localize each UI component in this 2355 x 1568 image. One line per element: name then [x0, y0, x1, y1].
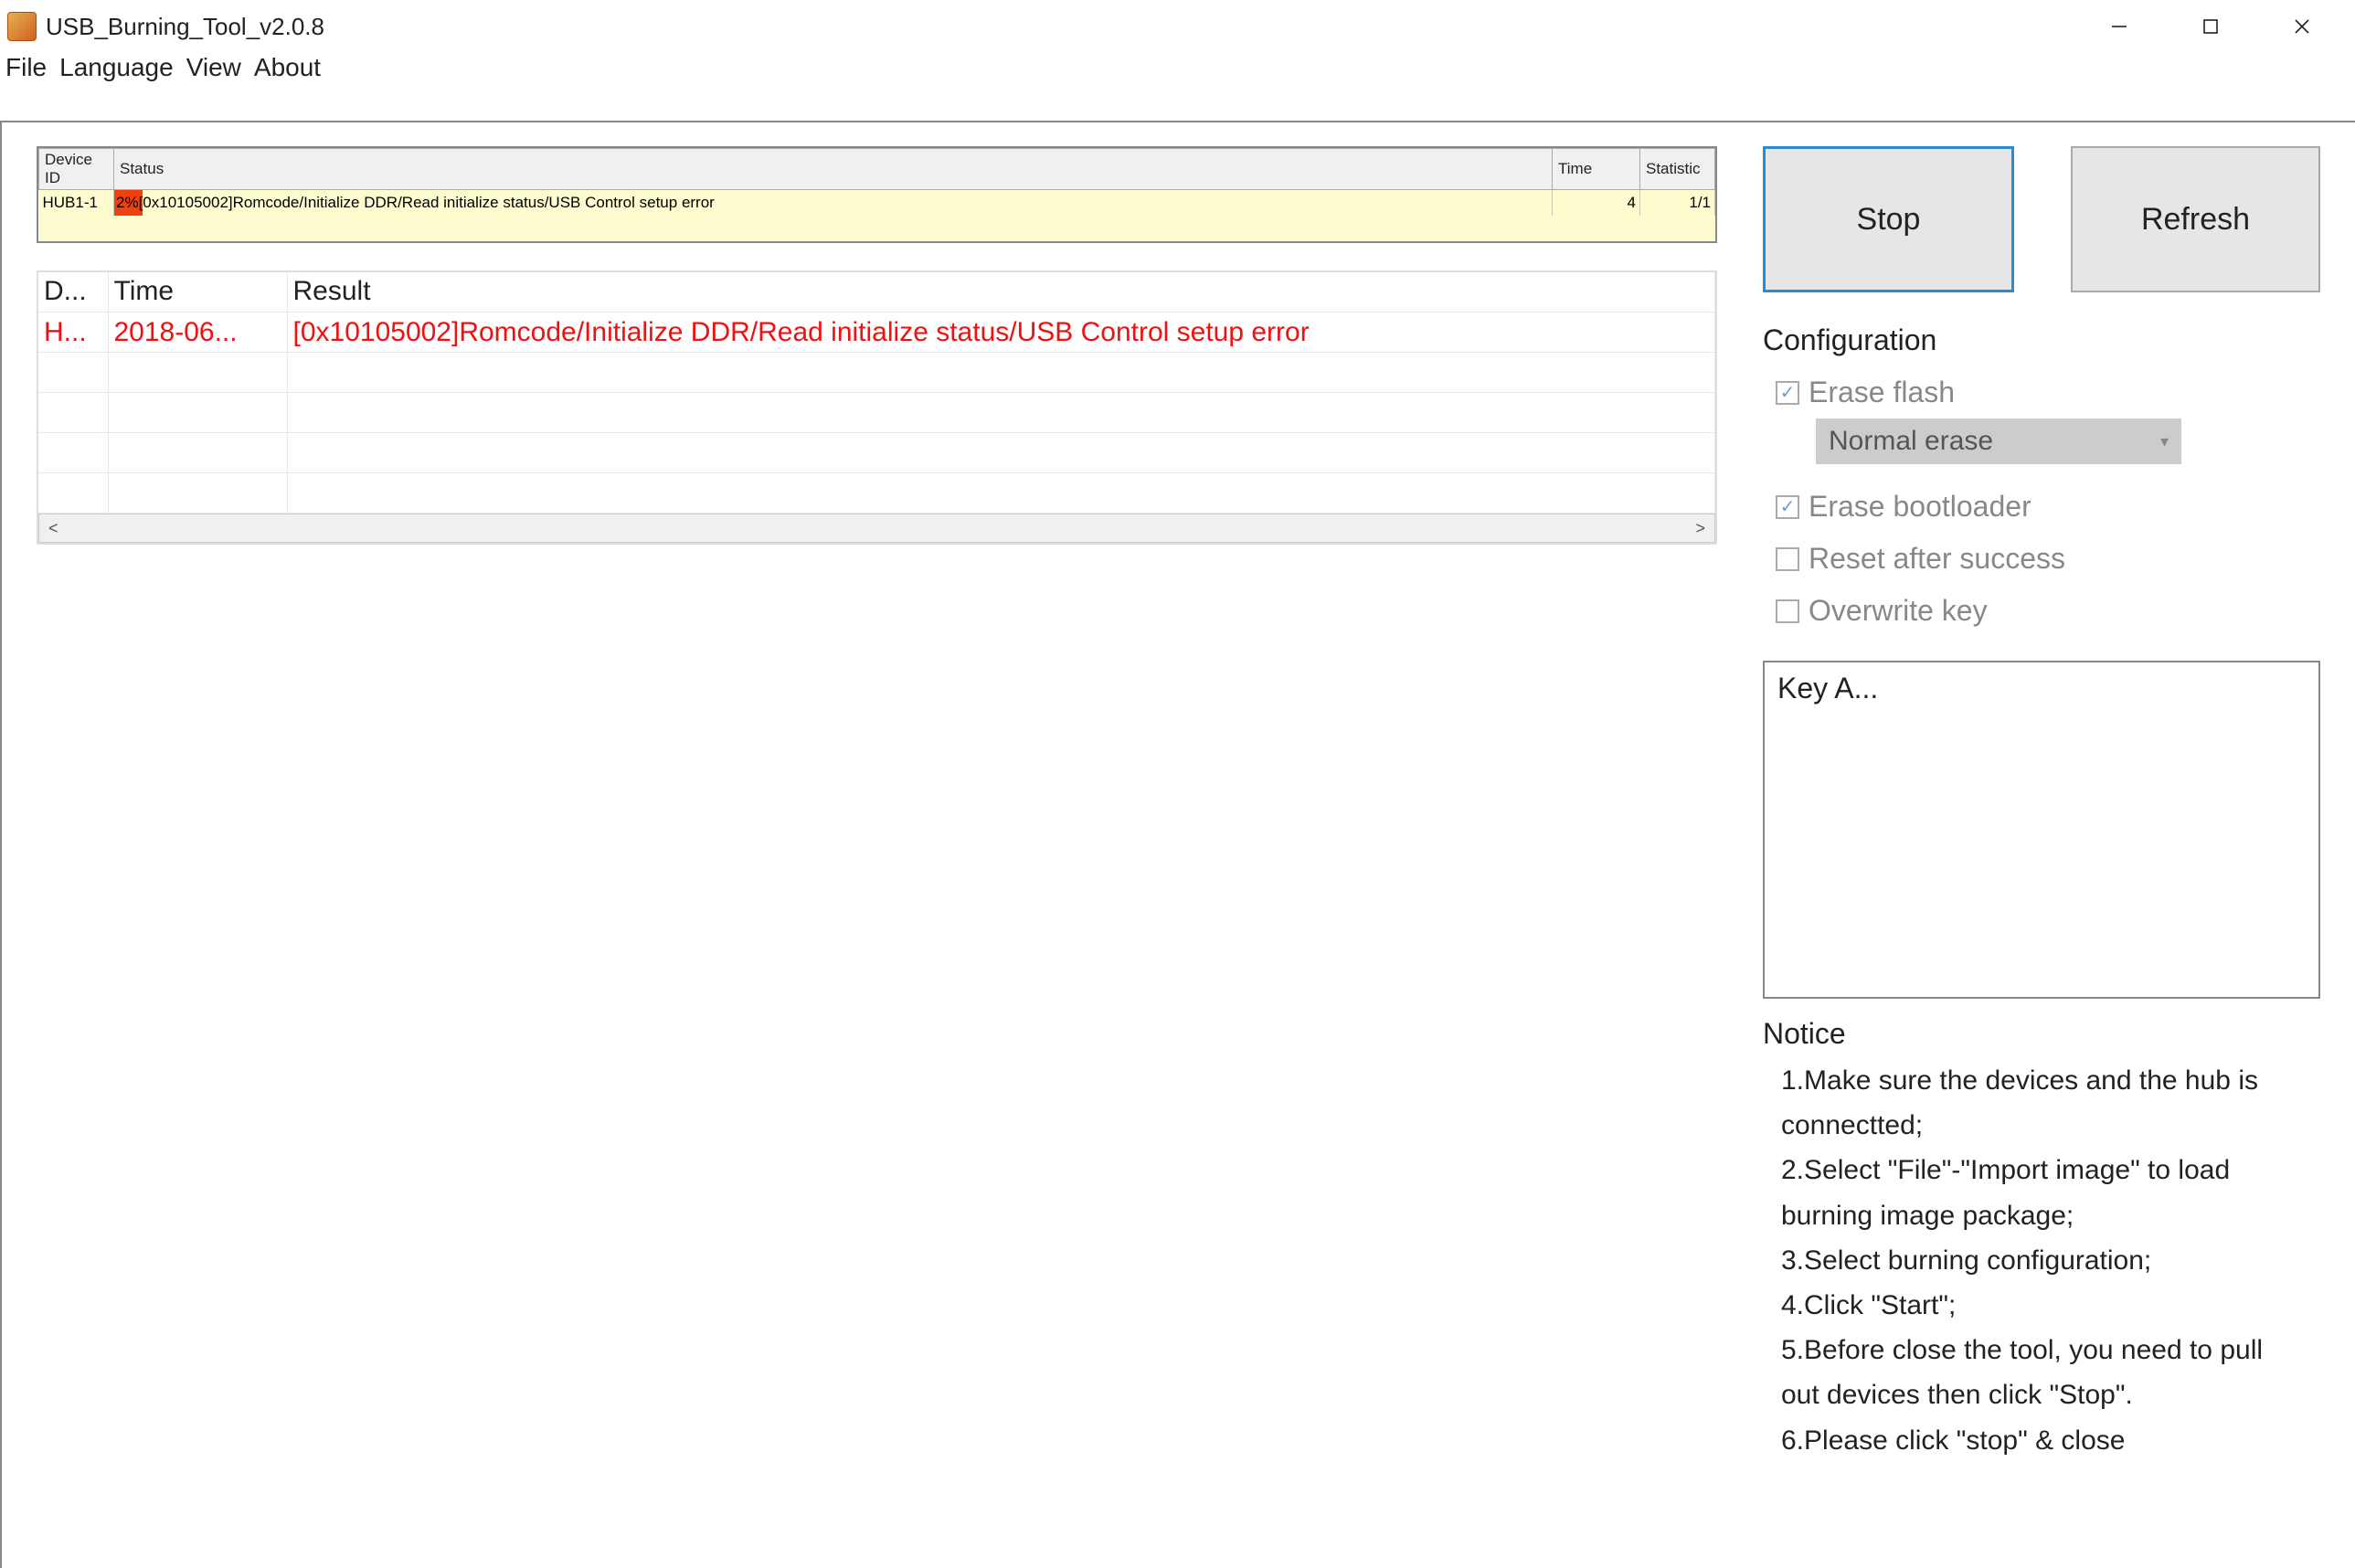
stop-button[interactable]: Stop	[1763, 146, 2014, 292]
scroll-left-icon[interactable]: <	[48, 519, 58, 538]
log-empty-row: .	[38, 353, 1715, 393]
menu-file[interactable]: File	[5, 53, 47, 82]
notice-body: 1.Make sure the devices and the hub is c…	[1763, 1058, 2320, 1463]
log-row[interactable]: H... 2018-06... [0x10105002]Romcode/Init…	[38, 313, 1715, 353]
window-title: USB_Burning_Tool_v2.0.8	[46, 13, 324, 41]
col-header-statistic[interactable]: Statistic	[1640, 149, 1715, 190]
log-time-cell: 2018-06...	[108, 313, 287, 353]
progress-percent: 2%	[114, 194, 139, 212]
erase-bootloader-checkbox[interactable]: ✓ Erase bootloader	[1776, 490, 2320, 524]
device-status-cell: 2% [0x10105002]Romcode/Initialize DDR/Re…	[114, 190, 1553, 216]
checkbox-icon	[1776, 599, 1799, 623]
checkbox-icon	[1776, 547, 1799, 571]
minimize-icon	[2110, 17, 2128, 36]
app-icon	[7, 12, 37, 41]
key-area-text: Key A...	[1777, 672, 1878, 705]
menubar: File Language View About	[0, 49, 2355, 86]
action-buttons: Stop Refresh	[1763, 146, 2320, 292]
maximize-icon	[2201, 17, 2220, 36]
close-button[interactable]	[2284, 8, 2320, 45]
checkbox-icon: ✓	[1776, 381, 1799, 405]
col-header-status[interactable]: Status	[114, 149, 1553, 190]
log-empty-row: .	[38, 473, 1715, 514]
window-controls	[2101, 8, 2348, 45]
titlebar: USB_Burning_Tool_v2.0.8	[0, 0, 2355, 53]
reset-after-label: Reset after success	[1809, 542, 2065, 576]
menu-view[interactable]: View	[186, 53, 241, 82]
log-header-time[interactable]: Time	[108, 272, 287, 313]
device-row[interactable]: HUB1-1 2% [0x10105002]Romcode/Initialize…	[39, 190, 1715, 216]
device-grid-filler	[39, 216, 1715, 241]
notice-title: Notice	[1763, 1017, 2320, 1051]
log-grid: D... Time Result H... 2018-06... [0x1010…	[37, 270, 1717, 546]
erase-flash-label: Erase flash	[1809, 376, 1955, 409]
device-time-cell: 4	[1553, 190, 1640, 216]
config-title: Configuration	[1763, 323, 2320, 357]
progress-status-text: [0x10105002]Romcode/Initialize DDR/Read …	[139, 194, 715, 212]
erase-mode-value: Normal erase	[1829, 426, 1993, 457]
menu-about[interactable]: About	[254, 53, 321, 82]
log-device-cell: H...	[38, 313, 108, 353]
erase-mode-select[interactable]: Normal erase ▾	[1816, 418, 2181, 464]
col-header-time[interactable]: Time	[1553, 149, 1640, 190]
checkbox-icon: ✓	[1776, 495, 1799, 519]
content-area: Device ID Status Time Statistic HUB1-1 2…	[37, 146, 2320, 1568]
maximize-button[interactable]	[2192, 8, 2229, 45]
horizontal-scrollbar[interactable]: < >	[38, 514, 1715, 543]
right-column: Stop Refresh Configuration ✓ Erase flash…	[1763, 146, 2320, 1568]
device-stat-cell: 1/1	[1640, 190, 1715, 216]
erase-bootloader-label: Erase bootloader	[1809, 490, 2031, 524]
key-area[interactable]: Key A...	[1763, 661, 2320, 999]
log-empty-row: .	[38, 433, 1715, 473]
minimize-button[interactable]	[2101, 8, 2138, 45]
log-header-result[interactable]: Result	[287, 272, 1715, 313]
scroll-right-icon[interactable]: >	[1695, 519, 1705, 538]
erase-flash-checkbox[interactable]: ✓ Erase flash	[1776, 376, 2320, 409]
log-result-cell: [0x10105002]Romcode/Initialize DDR/Read …	[287, 313, 1715, 353]
chevron-down-icon: ▾	[2160, 432, 2169, 451]
col-header-device[interactable]: Device ID	[39, 149, 114, 190]
left-column: Device ID Status Time Statistic HUB1-1 2…	[37, 146, 1717, 1568]
log-empty-row: .	[38, 393, 1715, 433]
log-header-device[interactable]: D...	[38, 272, 108, 313]
overwrite-key-checkbox[interactable]: Overwrite key	[1776, 594, 2320, 628]
menu-language[interactable]: Language	[59, 53, 174, 82]
device-grid: Device ID Status Time Statistic HUB1-1 2…	[37, 146, 1717, 243]
device-id-cell: HUB1-1	[39, 190, 114, 216]
close-icon	[2293, 17, 2311, 36]
reset-after-checkbox[interactable]: Reset after success	[1776, 542, 2320, 576]
overwrite-key-label: Overwrite key	[1809, 594, 1988, 628]
refresh-button[interactable]: Refresh	[2071, 146, 2320, 292]
